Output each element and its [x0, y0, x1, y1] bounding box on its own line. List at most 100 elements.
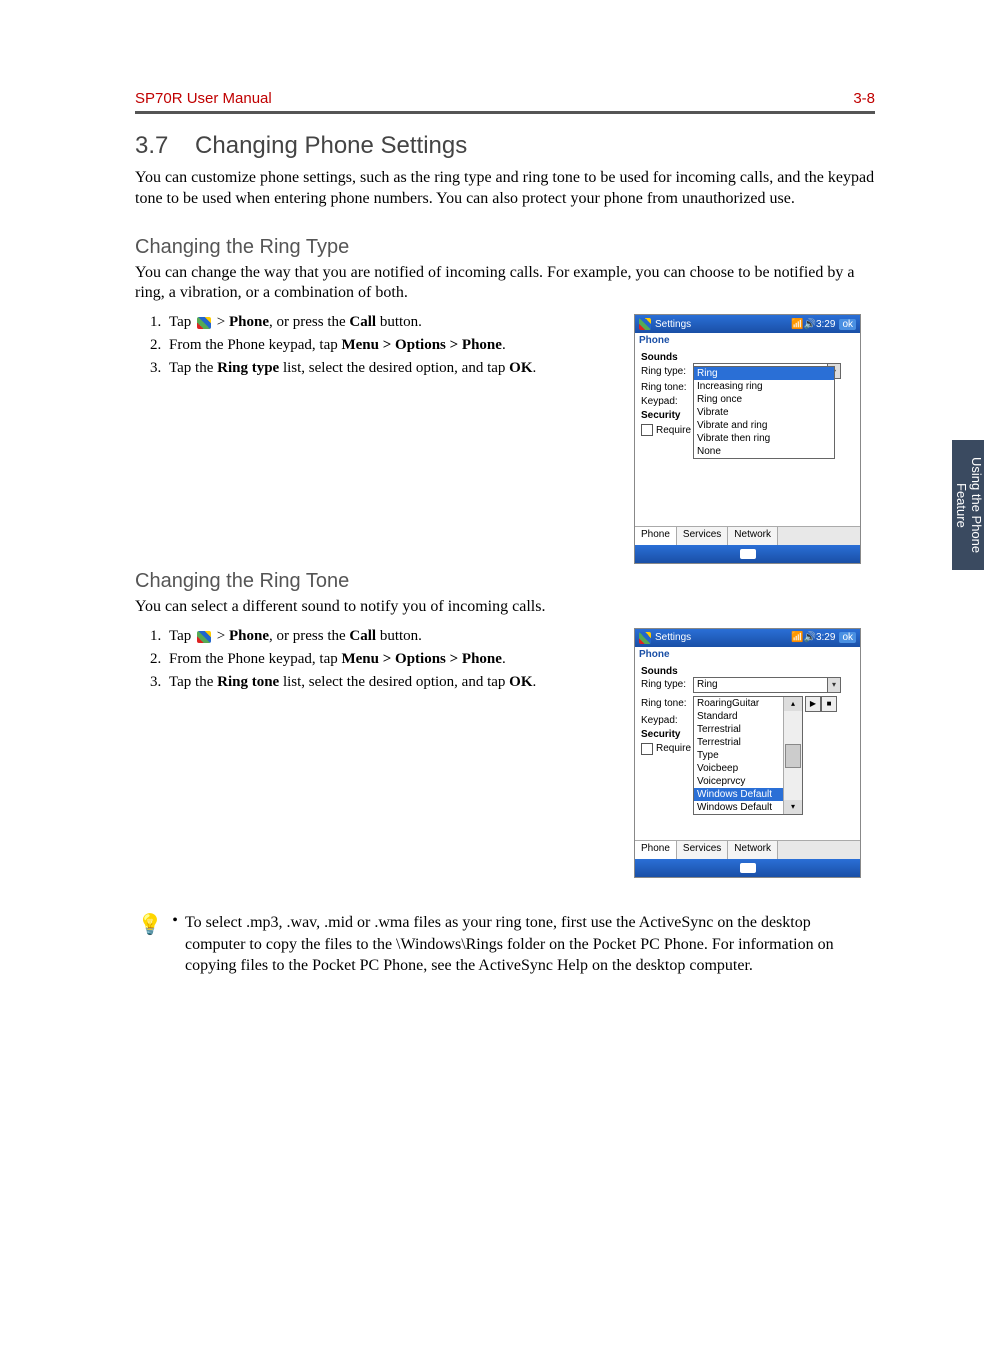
ring-tone-title: Changing the Ring Tone: [135, 570, 875, 593]
ring-tone-label: Ring tone:: [641, 382, 693, 393]
step-text: Tap the: [169, 674, 217, 690]
tab-network[interactable]: Network: [728, 841, 778, 859]
step-2: From the Phone keypad, tap Menu > Option…: [165, 651, 605, 668]
bottom-bar: [635, 859, 860, 877]
dropdown-option[interactable]: Ring: [694, 367, 834, 380]
step-text: .: [533, 360, 537, 376]
windows-start-icon: [197, 317, 211, 329]
step-bold: Phone: [229, 314, 269, 330]
tip-block: 💡 • To select .mp3, .wav, .mid or .wma f…: [135, 912, 875, 977]
volume-icon: 🔊: [804, 319, 816, 330]
step-bold: Ring tone: [217, 674, 279, 690]
step-text: button.: [376, 628, 422, 644]
header-rule: [135, 111, 875, 114]
page-content: SP70R User Manual 3-8 3.7 Changing Phone…: [135, 90, 875, 977]
step-text: Tap: [169, 628, 195, 644]
ring-type-block: Tap > Phone, or press the Call button. F…: [135, 314, 875, 544]
scroll-thumb[interactable]: [785, 744, 801, 768]
step-text: Tap: [169, 314, 195, 330]
tab-phone[interactable]: Phone: [635, 527, 677, 545]
ring-tone-dropdown[interactable]: RoaringGuitar Standard Terrestrial Terre…: [693, 696, 803, 815]
security-label: Security: [641, 729, 680, 740]
doc-title: SP70R User Manual: [135, 90, 272, 107]
step-bold: Call: [349, 628, 376, 644]
ring-type-label: Ring type:: [641, 679, 693, 690]
volume-icon: 🔊: [804, 632, 816, 643]
bottom-tabs: Phone Services Network: [635, 526, 860, 545]
ring-tone-label: Ring tone:: [641, 698, 693, 709]
dropdown-option[interactable]: Increasing ring: [694, 380, 834, 393]
tab-network[interactable]: Network: [728, 527, 778, 545]
dropdown-option[interactable]: Vibrate then ring: [694, 432, 834, 445]
step-bold: Call: [349, 314, 376, 330]
titlebar: Settings 📶 🔊 3:29 ok: [635, 629, 860, 647]
tab-phone[interactable]: Phone: [635, 841, 677, 859]
require-checkbox[interactable]: [641, 743, 653, 755]
chevron-down-icon[interactable]: [827, 678, 840, 692]
section-title: 3.7 Changing Phone Settings: [135, 132, 875, 160]
scroll-up-icon[interactable]: ▴: [784, 697, 802, 711]
ring-type-screenshot: Settings 📶 🔊 3:29 ok Phone Sounds Ring t…: [634, 314, 861, 564]
section-intro: You can customize phone settings, such a…: [135, 168, 875, 210]
windows-start-icon[interactable]: [639, 318, 651, 330]
lightbulb-icon: 💡: [135, 912, 165, 977]
step-text: >: [213, 628, 229, 644]
step-text: button.: [376, 314, 422, 330]
titlebar: Settings 📶 🔊 3:29 ok: [635, 315, 860, 333]
step-bold: Ring type: [217, 360, 279, 376]
step-text: , or press the: [269, 314, 349, 330]
sounds-label: Sounds: [641, 352, 854, 363]
ring-type-combo[interactable]: Ring: [693, 677, 841, 693]
window-title: Settings: [655, 632, 691, 643]
scroll-down-icon[interactable]: ▾: [784, 800, 802, 814]
ring-type-dropdown[interactable]: Ring Increasing ring Ring once Vibrate V…: [693, 366, 835, 459]
keyboard-icon[interactable]: [740, 863, 756, 873]
step-text: .: [502, 337, 506, 353]
step-1: Tap > Phone, or press the Call button.: [165, 314, 605, 331]
bullet-icon: •: [165, 912, 185, 977]
dropdown-scrollbar[interactable]: ▴ ▾: [783, 697, 802, 814]
step-3: Tap the Ring tone list, select the desir…: [165, 674, 605, 691]
sounds-label: Sounds: [641, 666, 854, 677]
dropdown-option[interactable]: Vibrate and ring: [694, 419, 834, 432]
dropdown-option[interactable]: Vibrate: [694, 406, 834, 419]
bottom-bar: [635, 545, 860, 563]
step-bold: Menu > Options > Phone: [341, 337, 501, 353]
step-text: .: [502, 651, 506, 667]
section-number: 3.7: [135, 132, 168, 159]
media-buttons: ▶ ■: [805, 696, 837, 712]
ring-tone-intro: You can select a different sound to noti…: [135, 597, 875, 618]
ring-type-title: Changing the Ring Type: [135, 236, 875, 259]
ring-type-intro: You can change the way that you are noti…: [135, 263, 875, 305]
ring-tone-screenshot: Settings 📶 🔊 3:29 ok Phone Sounds Ring t…: [634, 628, 861, 878]
side-tab: Using the Phone Feature: [952, 440, 984, 570]
step-text: list, select the desired option, and tap: [279, 674, 509, 690]
windows-start-icon[interactable]: [639, 632, 651, 644]
clock-label: 3:29: [816, 632, 835, 643]
screen-body: Sounds Ring type: Ring Ring Increasing r…: [635, 348, 860, 526]
ok-button[interactable]: ok: [839, 319, 856, 330]
tab-services[interactable]: Services: [677, 841, 728, 859]
section-name: Changing Phone Settings: [195, 132, 467, 159]
tip-text: To select .mp3, .wav, .mid or .wma files…: [185, 912, 875, 977]
window-title: Settings: [655, 319, 691, 330]
page-header: SP70R User Manual 3-8: [135, 90, 875, 111]
step-bold: Menu > Options > Phone: [341, 651, 501, 667]
dropdown-option[interactable]: Ring once: [694, 393, 834, 406]
step-1: Tap > Phone, or press the Call button.: [165, 628, 605, 645]
stop-button[interactable]: ■: [821, 696, 837, 712]
ring-tone-block: Tap > Phone, or press the Call button. F…: [135, 628, 875, 888]
dropdown-option[interactable]: None: [694, 445, 834, 458]
step-bold: Phone: [229, 628, 269, 644]
step-3: Tap the Ring type list, select the desir…: [165, 360, 605, 377]
step-text: Tap the: [169, 360, 217, 376]
keyboard-icon[interactable]: [740, 549, 756, 559]
tab-services[interactable]: Services: [677, 527, 728, 545]
page-ref: 3-8: [853, 90, 875, 107]
step-text: From the Phone keypad, tap: [169, 337, 341, 353]
ok-button[interactable]: ok: [839, 632, 856, 643]
require-checkbox[interactable]: [641, 424, 653, 436]
play-button[interactable]: ▶: [805, 696, 821, 712]
step-bold: OK: [509, 674, 532, 690]
step-2: From the Phone keypad, tap Menu > Option…: [165, 337, 605, 354]
